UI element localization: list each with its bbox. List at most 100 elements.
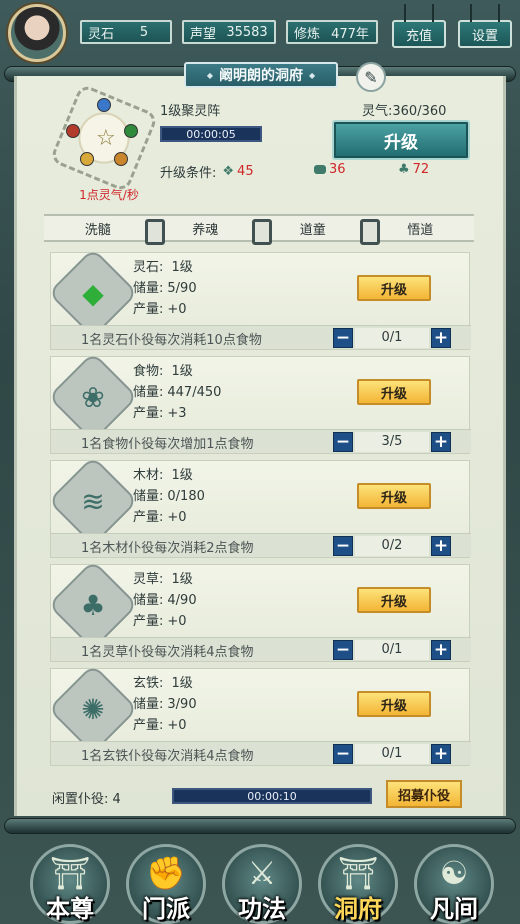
condition-value: 45 xyxy=(237,164,254,179)
output-value: +3 xyxy=(167,406,187,421)
resource-info: 灵石: 1级 储量: 5/90 产量: +0 xyxy=(133,260,197,317)
water-element-icon xyxy=(97,98,111,112)
timer-text: 00:00:05 xyxy=(186,127,236,141)
stat-label: 修炼 xyxy=(294,26,321,42)
nav-label: 本尊 xyxy=(46,895,94,923)
increase-worker-button[interactable]: + xyxy=(431,536,451,556)
food-icon: ❀ xyxy=(81,380,105,414)
resource-level: 1级 xyxy=(171,676,193,691)
decrease-worker-button[interactable]: − xyxy=(333,328,353,348)
worker-row: 1名灵草仆役每次消耗4点食物 − 0/1 + xyxy=(51,637,471,661)
storage-value: 3/90 xyxy=(167,697,197,712)
worker-cost-text: 1名灵草仆役每次消耗4点食物 xyxy=(81,645,254,660)
timer-text: 00:00:10 xyxy=(247,789,297,803)
worker-cost-text: 1名木材仆役每次消耗2点食物 xyxy=(81,541,254,556)
stat-label: 声望 xyxy=(190,26,217,42)
nav-label: 功法 xyxy=(238,895,286,923)
resource-name: 玄铁 xyxy=(133,676,160,691)
resource-level: 1级 xyxy=(171,468,193,483)
top-bar: 灵石 5 声望 35583 修炼 477年 充值 设置 xyxy=(0,0,520,62)
resource-info: 玄铁: 1级 储量: 3/90 产量: +0 xyxy=(133,676,197,733)
nav-mortal-world[interactable]: ☯ 凡间 xyxy=(406,836,502,924)
metal-element-icon xyxy=(114,152,128,166)
stat-value: 5 xyxy=(139,24,149,40)
nav-sect[interactable]: ✊ 门派 xyxy=(118,836,214,924)
idle-servants: 闲置仆役: 4 xyxy=(52,788,121,807)
resource-name: 木材 xyxy=(133,468,160,483)
upgrade-conditions: 升级条件: ❖ 45 xyxy=(160,162,254,181)
upgrade-button[interactable]: 升级 xyxy=(357,275,431,301)
condition-value: 36 xyxy=(329,162,346,177)
increase-worker-button[interactable]: + xyxy=(431,640,451,660)
worker-count: 3/5 xyxy=(355,432,429,452)
spirit-stone-icon: ◆ xyxy=(82,276,104,310)
storage-label: 储量: xyxy=(133,593,164,608)
character-icon: ⛩ xyxy=(49,854,91,892)
nav-cave[interactable]: ⛩ 洞府 xyxy=(310,836,406,924)
settings-button[interactable]: 设置 xyxy=(458,4,512,48)
wood-small-icon xyxy=(314,165,326,174)
array-rate: 1点灵气/秒 xyxy=(79,188,139,202)
mortal-world-icon: ☯ xyxy=(439,854,469,892)
tab-soul[interactable]: 养魂 xyxy=(144,216,260,245)
resource-info: 木材: 1级 储量: 0/180 产量: +0 xyxy=(133,468,205,525)
tab-disciple[interactable]: 道童 xyxy=(252,216,367,245)
upgrade-button[interactable]: 升级 xyxy=(357,691,431,717)
resource-card-spirit-stone: ◆ 灵石: 1级 储量: 5/90 产量: +0 升级 1名灵石仆役每次消耗10点食… xyxy=(47,247,471,350)
rename-brush-icon[interactable]: ✎ xyxy=(356,62,386,92)
array-upgrade-button[interactable]: 升级 xyxy=(332,120,470,160)
increase-worker-button[interactable]: + xyxy=(431,328,451,348)
storage-value: 447/450 xyxy=(167,385,222,400)
worker-count: 0/1 xyxy=(355,744,429,764)
storage-label: 储量: xyxy=(133,281,164,296)
resource-name: 灵石 xyxy=(133,260,160,275)
output-value: +0 xyxy=(167,614,187,629)
decrease-worker-button[interactable]: − xyxy=(333,744,353,764)
decrease-worker-button[interactable]: − xyxy=(333,432,353,452)
worker-count: 0/2 xyxy=(355,536,429,556)
page-title: 阚明朗的洞府 xyxy=(184,62,338,88)
stat-value: 477年 xyxy=(331,26,369,42)
tab-enlightenment[interactable]: 悟道 xyxy=(359,216,475,245)
worker-row: 1名木材仆役每次消耗2点食物 − 0/2 + xyxy=(51,533,471,557)
array-name: 1级聚灵阵 xyxy=(160,104,221,119)
output-label: 产量: xyxy=(133,302,164,317)
storage-label: 储量: xyxy=(133,385,164,400)
upgrade-button[interactable]: 升级 xyxy=(357,483,431,509)
decrease-worker-button[interactable]: − xyxy=(333,640,353,660)
upgrade-button[interactable]: 升级 xyxy=(357,379,431,405)
stat-value: 35583 xyxy=(226,24,268,40)
idle-label: 闲置仆役: xyxy=(52,792,109,807)
output-label: 产量: xyxy=(133,718,164,733)
increase-worker-button[interactable]: + xyxy=(431,432,451,452)
resource-info: 食物: 1级 储量: 447/450 产量: +3 xyxy=(133,364,222,421)
resource-name: 食物 xyxy=(133,364,160,379)
resource-card-herb: ♣ 灵草: 1级 储量: 4/90 产量: +0 升级 1名灵草仆役每次消耗4点食物… xyxy=(47,559,471,662)
lingqi-readout: 灵气:360/360 xyxy=(362,100,446,119)
upgrade-button[interactable]: 升级 xyxy=(357,587,431,613)
herb-icon: ♣ xyxy=(80,588,106,622)
resource-name: 灵草 xyxy=(133,572,160,587)
storage-value: 4/90 xyxy=(167,593,197,608)
cultivation-stat: 修炼 477年 xyxy=(286,20,378,44)
decrease-worker-button[interactable]: − xyxy=(333,536,353,556)
increase-worker-button[interactable]: + xyxy=(431,744,451,764)
fire-element-icon xyxy=(66,124,80,138)
sect-icon: ✊ xyxy=(146,854,186,892)
resource-info: 灵草: 1级 储量: 4/90 产量: +0 xyxy=(133,572,197,629)
worker-count: 0/1 xyxy=(355,328,429,348)
cave-icon: ⛩ xyxy=(337,854,379,892)
storage-label: 储量: xyxy=(133,697,164,712)
output-label: 产量: xyxy=(133,406,164,421)
resource-card-wood: ≋ 木材: 1级 储量: 0/180 产量: +0 升级 1名木材仆役每次消耗2点食… xyxy=(47,455,471,558)
recharge-button[interactable]: 充值 xyxy=(392,4,446,48)
nav-character[interactable]: ⛩ 本尊 xyxy=(22,836,118,924)
condition-herb: ♣ 72 xyxy=(398,162,429,177)
nav-label: 洞府 xyxy=(334,895,382,923)
nav-technique[interactable]: ⚔ 功法 xyxy=(214,836,310,924)
avatar[interactable] xyxy=(8,4,66,62)
worker-cost-text: 1名食物仆役每次增加1点食物 xyxy=(81,437,254,452)
recruit-servant-button[interactable]: 招募仆役 xyxy=(386,780,462,808)
stat-label: 灵石 xyxy=(88,26,115,42)
tab-marrow[interactable]: 洗髓 xyxy=(44,216,152,240)
